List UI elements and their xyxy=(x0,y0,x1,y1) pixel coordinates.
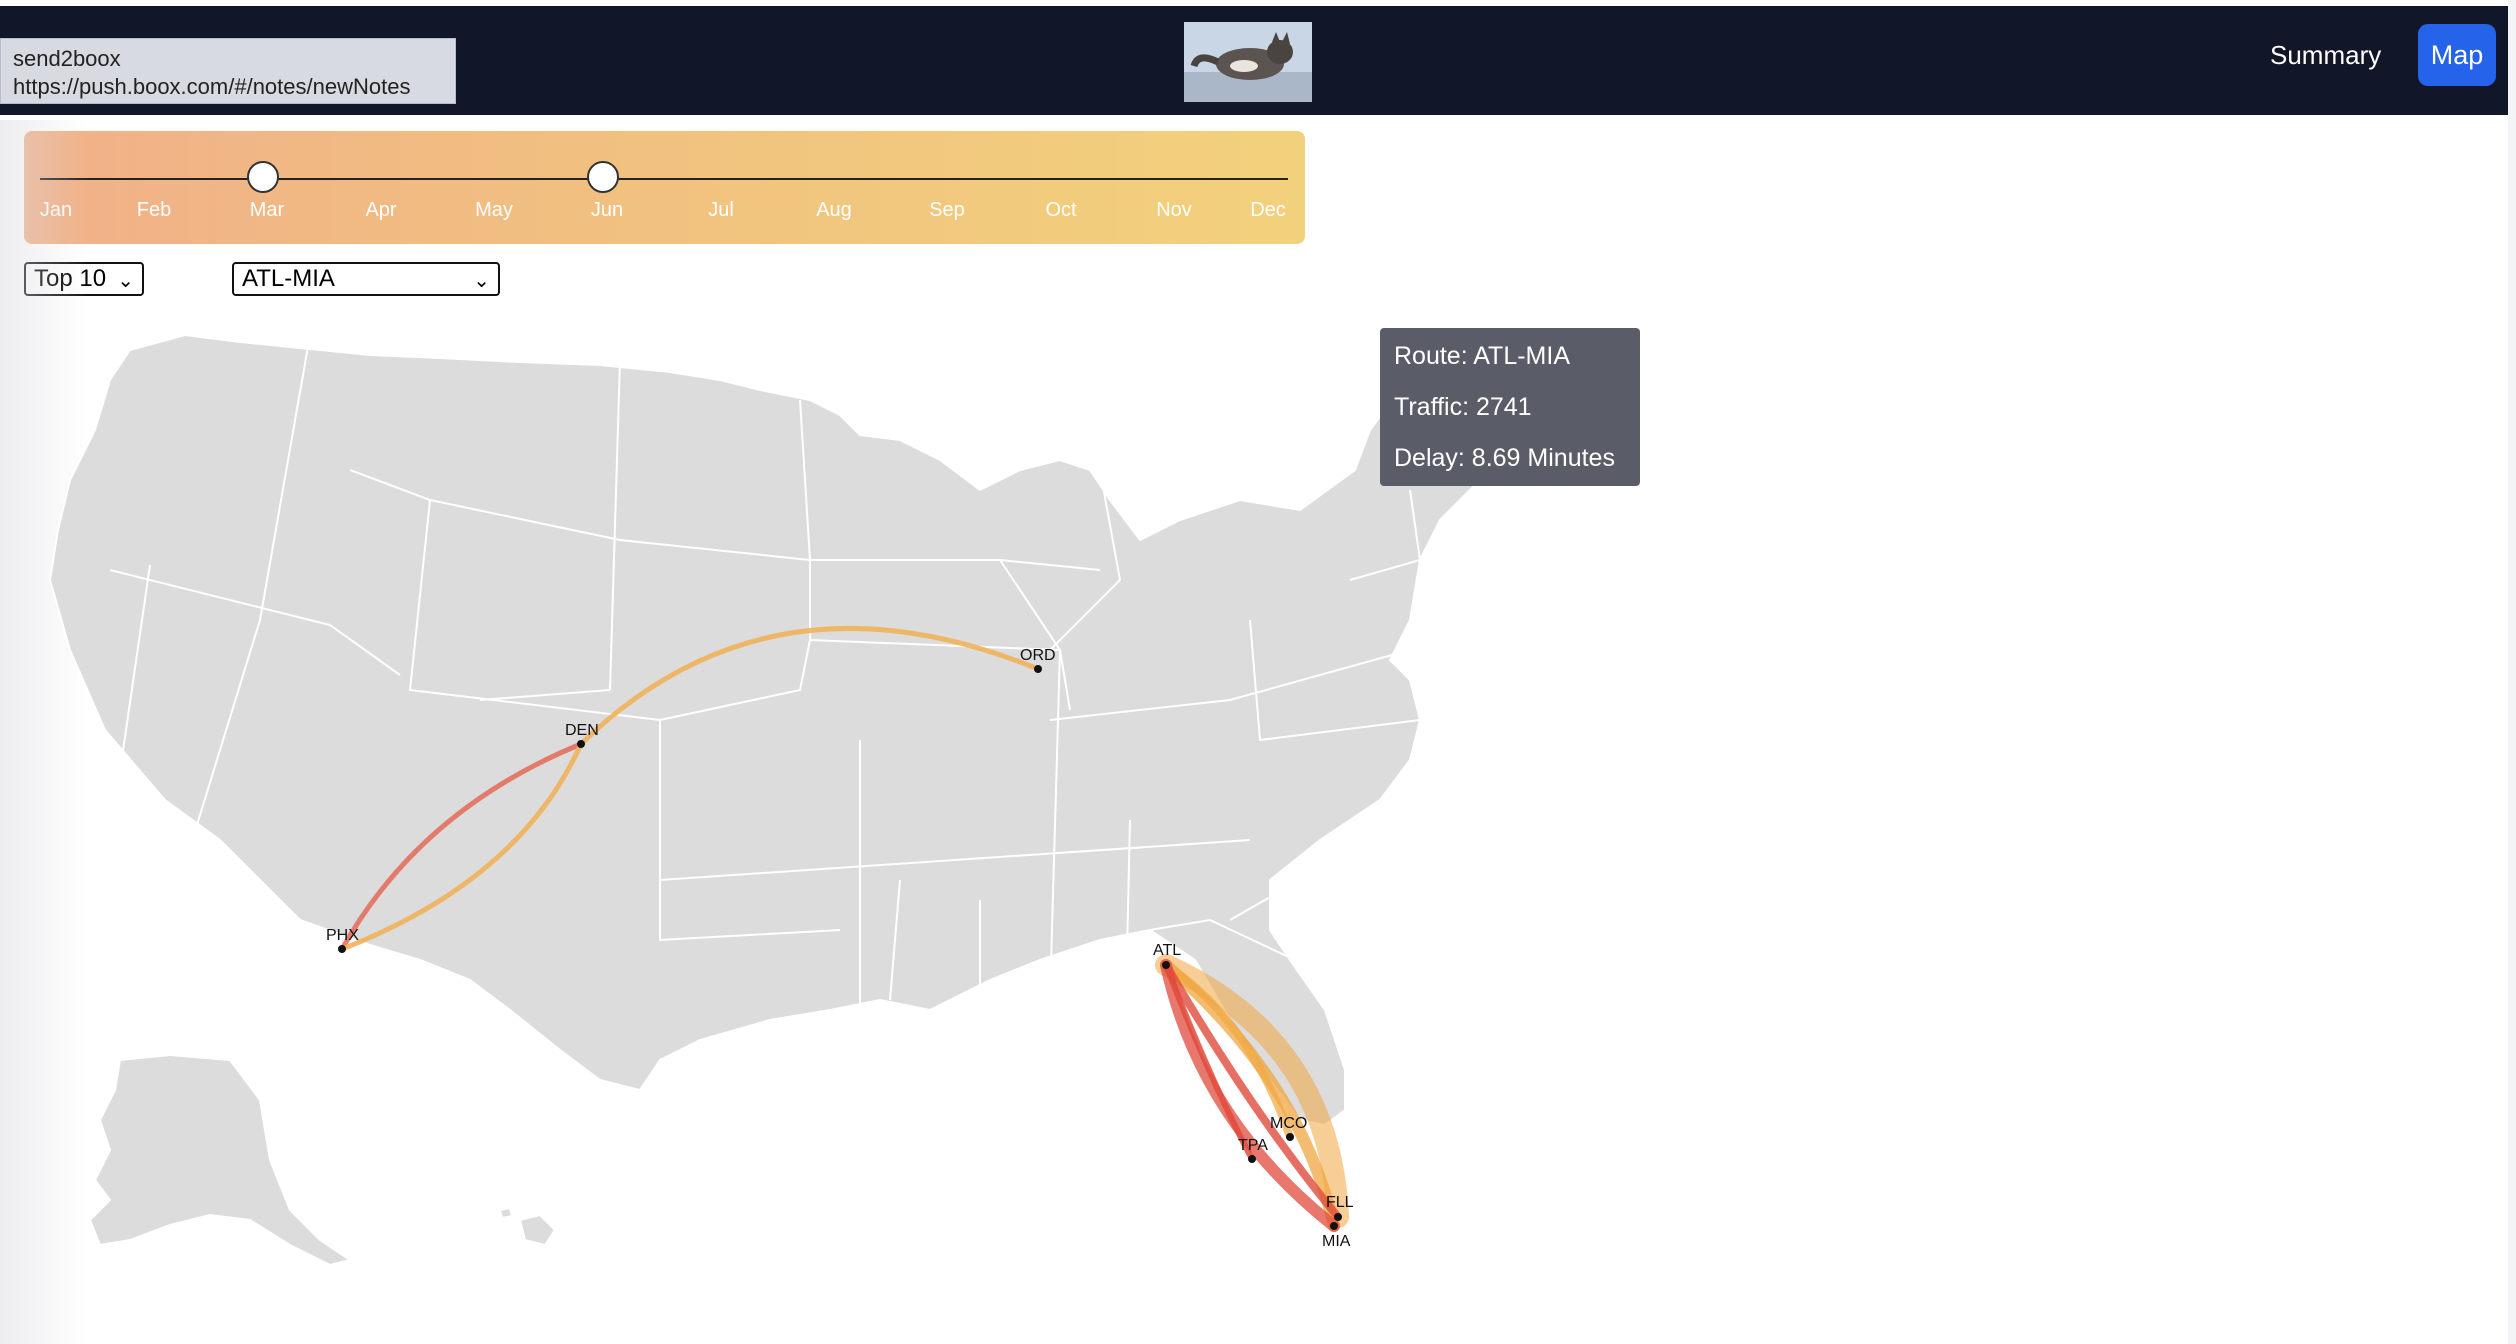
route-info-tooltip: Route: ATL-MIA Traffic: 2741 Delay: 8.69… xyxy=(1380,328,1640,486)
month-label: Oct xyxy=(1045,199,1077,221)
month-label: Sep xyxy=(929,199,965,221)
right-scrollbar-gutter xyxy=(2508,0,2516,1344)
slider-start-thumb[interactable] xyxy=(247,161,279,193)
link-hover-tooltip: send2boox https://push.boox.com/#/notes/… xyxy=(0,38,456,104)
airport-label-fll: FLL xyxy=(1326,1194,1354,1211)
us-route-map: ORD DEN PHX ATL MCO TPA FLL MIA xyxy=(48,333,1522,1267)
airport-label-den: DEN xyxy=(565,722,599,739)
month-label: Jul xyxy=(708,199,734,221)
airport-label-mia: MIA xyxy=(1322,1233,1351,1250)
nav-map-button[interactable]: Map xyxy=(2418,24,2496,86)
cat-logo-image xyxy=(1184,22,1312,102)
slider-end-thumb[interactable] xyxy=(587,161,619,193)
airport-dot-mia[interactable] xyxy=(1330,1222,1338,1230)
airport-dot-fll[interactable] xyxy=(1334,1213,1342,1221)
month-label: Apr xyxy=(365,199,397,221)
tooltip-delay: Delay: 8.69 Minutes xyxy=(1394,444,1615,472)
month-label: Aug xyxy=(816,199,852,221)
month-range-slider: Jan Feb Mar Apr May Jun Jul Aug Sep Oct … xyxy=(24,131,1305,244)
chevron-down-icon: ⌄ xyxy=(117,270,134,292)
route-select[interactable]: ATL-MIA ⌄ xyxy=(232,262,500,296)
airport-dot-mco[interactable] xyxy=(1286,1133,1294,1141)
airport-label-mco: MCO xyxy=(1270,1115,1307,1132)
tooltip-traffic: Traffic: 2741 xyxy=(1394,393,1532,421)
month-label: Nov xyxy=(1156,199,1192,221)
month-label: Mar xyxy=(249,199,285,221)
airport-label-ord: ORD xyxy=(1020,647,1056,664)
airport-label-tpa: TPA xyxy=(1238,1137,1268,1154)
route-select-value: ATL-MIA xyxy=(242,265,335,292)
airport-dot-tpa[interactable] xyxy=(1248,1155,1256,1163)
slider-track[interactable] xyxy=(40,178,1288,180)
link-tooltip-title: send2boox xyxy=(13,46,121,71)
chevron-down-icon: ⌄ xyxy=(473,270,490,292)
tooltip-route: Route: ATL-MIA xyxy=(1394,342,1570,370)
airport-dot-phx[interactable] xyxy=(338,945,346,953)
airport-label-atl: ATL xyxy=(1153,942,1181,959)
airport-label-phx: PHX xyxy=(326,927,359,944)
month-label: Jun xyxy=(590,199,624,221)
top-n-select[interactable]: Top 10 ⌄ xyxy=(24,262,144,296)
month-label: Feb xyxy=(136,199,172,221)
airport-dot-atl[interactable] xyxy=(1162,961,1170,969)
month-label: Jan xyxy=(39,199,73,221)
top-n-select-value: Top 10 xyxy=(34,265,107,292)
airport-dot-den[interactable] xyxy=(577,740,585,748)
link-tooltip-url: https://push.boox.com/#/notes/newNotes xyxy=(13,74,411,99)
month-label: May xyxy=(475,199,513,221)
nav-summary-link[interactable]: Summary xyxy=(2258,32,2393,78)
month-label: Dec xyxy=(1250,199,1286,221)
airport-dot-ord[interactable] xyxy=(1034,665,1042,673)
